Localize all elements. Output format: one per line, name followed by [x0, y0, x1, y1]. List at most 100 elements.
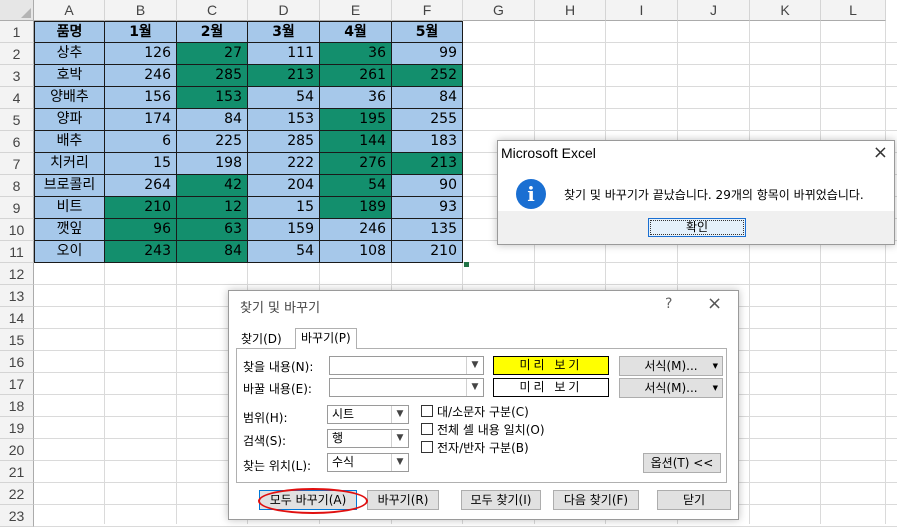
table-name-cell[interactable]: 배추 — [34, 131, 105, 153]
table-value-cell[interactable]: 42 — [177, 175, 248, 197]
close-icon[interactable]: × — [707, 293, 722, 314]
row-header[interactable]: 8 — [0, 175, 34, 197]
table-value-cell[interactable]: 27 — [177, 43, 248, 65]
table-name-cell[interactable]: 상추 — [34, 43, 105, 65]
table-header-cell[interactable]: 1월 — [105, 21, 177, 43]
column-header[interactable]: L — [821, 0, 886, 21]
table-value-cell[interactable]: 144 — [320, 131, 392, 153]
table-value-cell[interactable]: 198 — [177, 153, 248, 175]
table-value-cell[interactable]: 246 — [320, 219, 392, 241]
close-button[interactable]: 닫기 — [657, 490, 731, 510]
table-header-cell[interactable]: 2월 — [177, 21, 248, 43]
table-value-cell[interactable]: 156 — [105, 87, 177, 109]
row-header[interactable]: 1 — [0, 21, 34, 43]
table-value-cell[interactable]: 84 — [177, 241, 248, 263]
table-value-cell[interactable]: 204 — [248, 175, 320, 197]
match-case-checkbox[interactable] — [421, 405, 433, 417]
column-header[interactable]: D — [248, 0, 320, 21]
look-in-select[interactable]: 수식 ▼ — [327, 453, 409, 472]
chevron-down-icon[interactable]: ▼ — [391, 406, 408, 423]
table-value-cell[interactable]: 153 — [177, 87, 248, 109]
table-value-cell[interactable]: 63 — [177, 219, 248, 241]
table-value-cell[interactable]: 111 — [248, 43, 320, 65]
column-header[interactable]: K — [750, 0, 821, 21]
table-value-cell[interactable]: 99 — [392, 43, 463, 65]
search-select[interactable]: 행 ▼ — [327, 429, 409, 448]
table-header-cell[interactable]: 4월 — [320, 21, 392, 43]
column-header[interactable]: B — [105, 0, 177, 21]
table-value-cell[interactable]: 174 — [105, 109, 177, 131]
find-next-button[interactable]: 다음 찾기(F) — [553, 490, 639, 510]
column-header[interactable]: H — [535, 0, 606, 21]
fill-handle[interactable] — [464, 262, 469, 267]
column-header[interactable]: J — [678, 0, 750, 21]
row-header[interactable]: 4 — [0, 87, 34, 109]
row-header[interactable]: 17 — [0, 373, 34, 395]
table-value-cell[interactable]: 90 — [392, 175, 463, 197]
column-header[interactable]: A — [34, 0, 105, 21]
table-value-cell[interactable]: 84 — [177, 109, 248, 131]
table-name-cell[interactable]: 브로콜리 — [34, 175, 105, 197]
table-name-cell[interactable]: 깻잎 — [34, 219, 105, 241]
table-header-cell[interactable]: 5월 — [392, 21, 463, 43]
table-name-cell[interactable]: 호박 — [34, 65, 105, 87]
table-value-cell[interactable]: 261 — [320, 65, 392, 87]
table-header-cell[interactable]: 품명 — [34, 21, 105, 43]
select-all-corner[interactable] — [0, 0, 34, 21]
table-value-cell[interactable]: 15 — [105, 153, 177, 175]
match-entire-checkbox[interactable] — [421, 423, 433, 435]
table-value-cell[interactable]: 189 — [320, 197, 392, 219]
chevron-down-icon[interactable]: ▼ — [391, 454, 408, 471]
table-value-cell[interactable]: 159 — [248, 219, 320, 241]
row-header[interactable]: 19 — [0, 417, 34, 439]
row-header[interactable]: 10 — [0, 219, 34, 241]
row-header[interactable]: 21 — [0, 461, 34, 483]
row-header[interactable]: 13 — [0, 285, 34, 307]
find-format-button[interactable]: 서식(M)... ▼ — [619, 356, 723, 376]
column-header[interactable]: I — [606, 0, 678, 21]
table-value-cell[interactable]: 210 — [105, 197, 177, 219]
table-name-cell[interactable]: 비트 — [34, 197, 105, 219]
row-header[interactable]: 7 — [0, 153, 34, 175]
row-header[interactable]: 22 — [0, 483, 34, 505]
table-value-cell[interactable]: 54 — [320, 175, 392, 197]
row-header[interactable]: 11 — [0, 241, 34, 263]
table-value-cell[interactable]: 285 — [177, 65, 248, 87]
row-header[interactable]: 14 — [0, 307, 34, 329]
table-value-cell[interactable]: 6 — [105, 131, 177, 153]
row-header[interactable]: 9 — [0, 197, 34, 219]
table-value-cell[interactable]: 15 — [248, 197, 320, 219]
column-header[interactable]: G — [463, 0, 535, 21]
table-value-cell[interactable]: 252 — [392, 65, 463, 87]
table-value-cell[interactable]: 246 — [105, 65, 177, 87]
tab-replace[interactable]: 바꾸기(P) — [295, 328, 357, 349]
row-header[interactable]: 20 — [0, 439, 34, 461]
table-value-cell[interactable]: 213 — [392, 153, 463, 175]
table-name-cell[interactable]: 양배추 — [34, 87, 105, 109]
row-header[interactable]: 6 — [0, 131, 34, 153]
table-value-cell[interactable]: 36 — [320, 43, 392, 65]
table-value-cell[interactable]: 210 — [392, 241, 463, 263]
table-value-cell[interactable]: 264 — [105, 175, 177, 197]
table-value-cell[interactable]: 225 — [177, 131, 248, 153]
table-value-cell[interactable]: 135 — [392, 219, 463, 241]
table-value-cell[interactable]: 54 — [248, 87, 320, 109]
table-value-cell[interactable]: 255 — [392, 109, 463, 131]
table-value-cell[interactable]: 183 — [392, 131, 463, 153]
table-name-cell[interactable]: 오이 — [34, 241, 105, 263]
column-header[interactable]: E — [320, 0, 392, 21]
replace-button[interactable]: 바꾸기(R) — [367, 490, 439, 510]
table-name-cell[interactable]: 양파 — [34, 109, 105, 131]
ok-button[interactable]: 확인 — [648, 218, 746, 237]
table-value-cell[interactable]: 285 — [248, 131, 320, 153]
column-header[interactable]: F — [392, 0, 463, 21]
table-value-cell[interactable]: 96 — [105, 219, 177, 241]
chevron-down-icon[interactable]: ▼ — [466, 357, 483, 374]
replace-with-combo[interactable]: ▼ — [329, 378, 484, 397]
column-header[interactable]: C — [177, 0, 248, 21]
table-value-cell[interactable]: 213 — [248, 65, 320, 87]
table-value-cell[interactable]: 222 — [248, 153, 320, 175]
table-value-cell[interactable]: 108 — [320, 241, 392, 263]
table-header-cell[interactable]: 3월 — [248, 21, 320, 43]
replace-all-button[interactable]: 모두 바꾸기(A) — [259, 490, 357, 510]
